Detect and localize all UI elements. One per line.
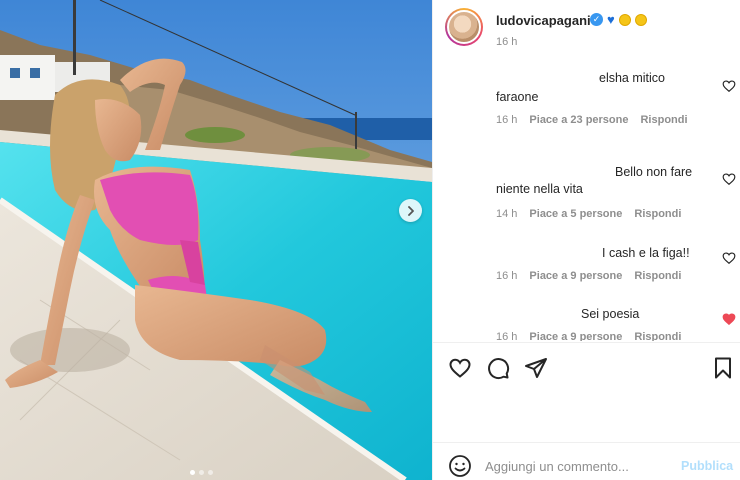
carousel-dots bbox=[190, 470, 213, 475]
carousel-next-button[interactable] bbox=[399, 199, 422, 222]
comment-composer: Pubblica bbox=[433, 443, 740, 480]
comment-likes-link[interactable]: Piace a 23 persone bbox=[529, 114, 628, 126]
comment-likes-link[interactable]: Piace a 9 persone bbox=[529, 331, 622, 341]
post-side-panel: ludovicapagani ✓ ♥ 16 h elsha mitico far… bbox=[432, 0, 740, 480]
divider bbox=[433, 342, 740, 343]
comment-text: elsha mitico bbox=[599, 71, 665, 85]
comment-text: Bello non fare bbox=[615, 165, 693, 179]
comment-meta: 16 h Piace a 9 persone Rispondi bbox=[496, 331, 681, 341]
comment-time: 16 h bbox=[496, 331, 518, 341]
post-media[interactable] bbox=[0, 0, 432, 480]
comment-likes-link[interactable]: Piace a 5 persone bbox=[529, 208, 622, 220]
heart-outline-icon[interactable] bbox=[722, 172, 736, 186]
comment-bubble-icon[interactable] bbox=[486, 356, 510, 380]
emoji-icon[interactable] bbox=[448, 454, 472, 478]
reply-button[interactable]: Rispondi bbox=[634, 208, 681, 220]
yellow-circle-icon bbox=[634, 13, 647, 26]
carousel-dot bbox=[199, 470, 204, 475]
bookmark-icon[interactable] bbox=[711, 356, 735, 380]
heart-outline-icon[interactable] bbox=[722, 251, 736, 265]
share-send-icon[interactable] bbox=[524, 356, 548, 380]
post-header: ludovicapagani ✓ ♥ 16 h bbox=[433, 0, 740, 58]
like-heart-icon[interactable] bbox=[448, 356, 472, 380]
comments-list: elsha mitico faraone 16 h Piace a 23 per… bbox=[433, 58, 740, 341]
publish-button[interactable]: Pubblica bbox=[681, 459, 733, 473]
carousel-dot bbox=[190, 470, 195, 475]
comment-likes-link[interactable]: Piace a 9 persone bbox=[529, 270, 622, 282]
heart-outline-icon[interactable] bbox=[722, 79, 736, 93]
comment-text: faraone bbox=[496, 90, 539, 104]
avatar[interactable] bbox=[445, 8, 483, 46]
comment-text: niente nella vita bbox=[496, 182, 583, 196]
chevron-right-icon bbox=[407, 205, 414, 216]
reply-button[interactable]: Rispondi bbox=[634, 270, 681, 282]
comment-meta: 14 h Piace a 5 persone Rispondi bbox=[496, 208, 681, 220]
post-actions-bar bbox=[433, 350, 740, 386]
username-link[interactable]: ludovicapagani bbox=[496, 13, 591, 28]
post-timestamp: 16 h bbox=[496, 36, 518, 48]
reply-button[interactable]: Rispondi bbox=[640, 114, 687, 126]
blue-heart-icon: ♥ bbox=[607, 12, 615, 27]
yellow-circle-icon bbox=[618, 13, 631, 26]
comment-text: Sei poesia bbox=[581, 307, 640, 321]
comment-time: 14 h bbox=[496, 208, 518, 220]
username-badges: ✓ ♥ bbox=[590, 13, 647, 26]
comment-time: 16 h bbox=[496, 114, 518, 126]
comment-text: I cash e la figa!! bbox=[602, 246, 690, 260]
reply-button[interactable]: Rispondi bbox=[634, 331, 681, 341]
carousel-dot bbox=[208, 470, 213, 475]
comment-time: 16 h bbox=[496, 270, 518, 282]
heart-filled-icon[interactable] bbox=[722, 312, 736, 326]
comment-input[interactable] bbox=[485, 454, 675, 478]
verified-badge-icon: ✓ bbox=[590, 13, 603, 26]
comment-meta: 16 h Piace a 9 persone Rispondi bbox=[496, 270, 681, 282]
post-photo bbox=[0, 0, 432, 480]
comment-meta: 16 h Piace a 23 persone Rispondi bbox=[496, 114, 688, 126]
